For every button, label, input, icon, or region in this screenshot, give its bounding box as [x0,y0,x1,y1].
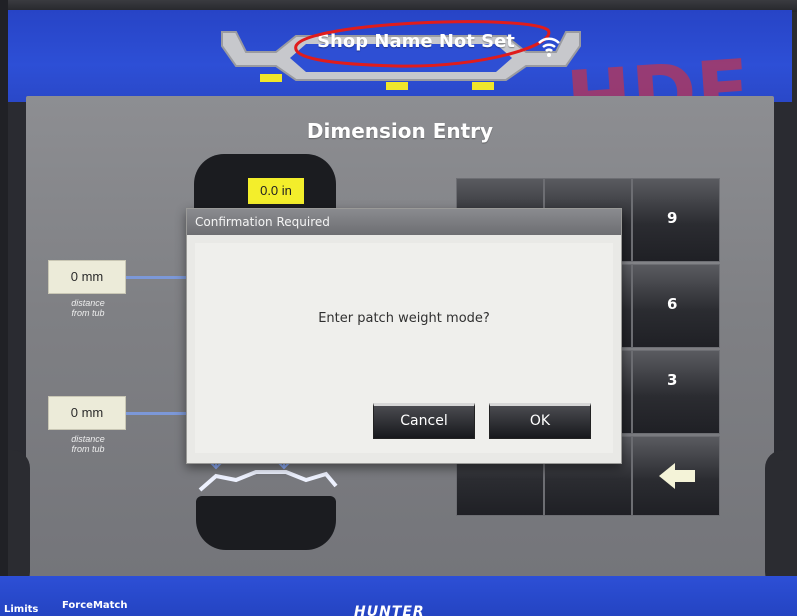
wifi-icon [538,37,560,57]
keypad-key-6-label: 6 [667,295,678,313]
lower-distance-label: distance from tub [48,434,128,454]
dialog-body: Enter patch weight mode? Cancel OK [195,243,613,453]
keypad-key-9[interactable]: 9 [632,178,720,262]
arrow-left-icon [659,463,695,489]
right-side-handle [765,450,797,590]
lower-distance-line [126,412,186,415]
forcematch-label[interactable]: ForceMatch [62,600,127,611]
lower-distance-label-line1: distance [71,434,105,444]
lower-distance-field[interactable]: 0 mm [48,396,126,430]
keypad-key-9-label: 9 [667,209,678,227]
upper-distance-label: distance from tub [48,298,128,318]
confirmation-dialog: Confirmation Required Enter patch weight… [186,208,622,464]
dialog-title: Confirmation Required [187,209,621,235]
panel-title: Dimension Entry [306,119,494,143]
upper-distance-field[interactable]: 0 mm [48,260,126,294]
top-dimension-value[interactable]: 0.0 in [248,178,304,204]
hunter-brand-logo: HUNTER [354,604,425,616]
ok-button[interactable]: OK [489,403,591,439]
tire-bottom-graphic [196,496,336,550]
keypad-key-backspace[interactable] [632,436,720,516]
monitor-screen: Shop Name Not Set HDE Dimension Entry 0.… [0,0,797,616]
bottom-status-bar: Limits ForceMatch HUNTER [0,576,797,616]
upper-distance-label-line1: distance [71,298,105,308]
dialog-message: Enter patch weight mode? [318,311,490,326]
shop-name-label: Shop Name Not Set [317,31,515,52]
upper-distance-line [126,276,186,279]
limits-label[interactable]: Limits [4,604,38,615]
bezel-left [0,0,8,616]
keypad-key-3[interactable]: 3 [632,350,720,434]
lower-distance-label-line2: from tub [71,444,105,454]
app-header: Shop Name Not Set HDE [6,10,792,140]
keypad-key-3-label: 3 [667,371,678,389]
keypad-key-6[interactable]: 6 [632,264,720,348]
upper-distance-label-line2: from tub [71,308,105,318]
cancel-button[interactable]: Cancel [373,403,475,439]
